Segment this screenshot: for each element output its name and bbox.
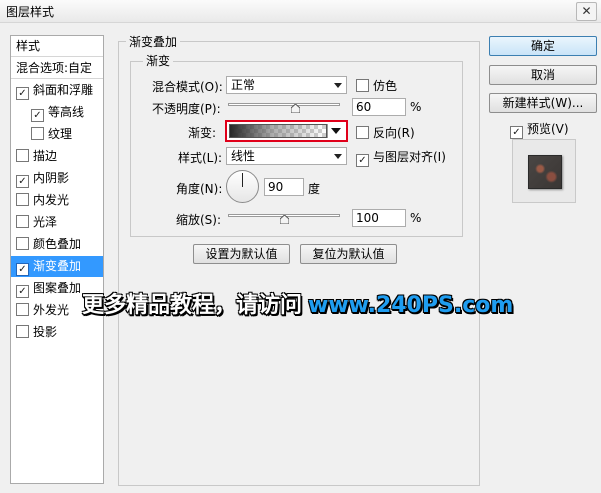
reverse-checkbox[interactable]: 反向(R): [356, 124, 415, 141]
angle-unit: 度: [308, 182, 321, 196]
gradient-label: 渐变:: [188, 126, 217, 140]
angle-input[interactable]: 90: [264, 178, 304, 196]
scale-percent: %: [410, 211, 422, 225]
opacity-label: 不透明度(P):: [152, 102, 221, 116]
title-bar: 图层样式 ✕: [0, 0, 601, 23]
preview-checkbox[interactable]: ✓ 预览(V): [510, 120, 569, 139]
angle-dial-hand: [242, 173, 243, 187]
style-preview: [512, 139, 576, 203]
dither-checkbox-box[interactable]: [356, 79, 369, 92]
scale-slider-thumb[interactable]: [279, 215, 289, 224]
reverse-checkbox-box[interactable]: [356, 126, 369, 139]
angle-dial[interactable]: [226, 170, 259, 203]
style-list-item[interactable]: ✓ 斜面和浮雕: [11, 80, 103, 101]
style-label: 样式(L):: [178, 151, 223, 165]
style-list-item[interactable]: 颜色叠加: [11, 234, 103, 255]
style-list-item-checkbox[interactable]: [16, 149, 29, 162]
style-list-item-checkbox[interactable]: ✓: [31, 109, 44, 122]
scale-input[interactable]: 100: [352, 209, 406, 227]
gradient-overlay-title: 渐变叠加: [126, 33, 181, 50]
style-list-item[interactable]: ✓ 等高线: [11, 102, 103, 123]
opacity-input[interactable]: 60: [352, 98, 406, 116]
preview-checkbox-box[interactable]: ✓: [510, 126, 523, 139]
style-preview-swatch: [528, 155, 562, 189]
style-list-item-label: 内发光: [33, 193, 70, 207]
style-list-item-label: 外发光: [33, 303, 70, 317]
angle-value: 90: [268, 180, 284, 194]
style-list-item-label: 等高线: [48, 105, 85, 119]
watermark-text: 更多精品教程，请访问: [82, 293, 303, 318]
gradient-picker[interactable]: [225, 120, 348, 142]
style-list-item[interactable]: ✓ 内阴影: [11, 168, 103, 189]
preview-label: 预览(V): [527, 122, 569, 136]
align-checkbox[interactable]: ✓ 与图层对齐(I): [356, 148, 446, 167]
style-list-item[interactable]: 光泽: [11, 212, 103, 233]
style-list-item[interactable]: 纹理: [11, 124, 103, 145]
style-list-item-checkbox[interactable]: [16, 215, 29, 228]
style-list-item-label: 图案叠加: [33, 281, 82, 295]
style-list-item-checkbox[interactable]: ✓: [16, 87, 29, 100]
style-list-item[interactable]: 内发光: [11, 190, 103, 211]
scale-value: 100: [356, 211, 379, 225]
watermark: 更多精品教程，请访问 www.240PS.com: [82, 287, 513, 319]
watermark-url: www.240PS.com: [308, 293, 514, 318]
style-list-item-checkbox[interactable]: [31, 127, 44, 140]
new-style-button[interactable]: 新建样式(W)...: [489, 93, 597, 113]
blend-mode-label: 混合模式(O):: [152, 80, 223, 94]
chevron-down-icon: [334, 154, 342, 159]
style-list: 样式 混合选项:自定 ✓ 斜面和浮雕 ✓ 等高线纹理描边 ✓ 内阴影内发光光泽颜色叠加 ✓ 渐…: [10, 35, 104, 484]
style-list-item-checkbox[interactable]: [16, 303, 29, 316]
opacity-slider-thumb[interactable]: [290, 104, 300, 113]
style-list-item-label: 颜色叠加: [33, 237, 82, 251]
ok-button[interactable]: 确定: [489, 36, 597, 56]
style-list-item-label: 斜面和浮雕: [33, 83, 94, 97]
reverse-label: 反向(R): [373, 126, 415, 140]
reset-default-button[interactable]: 复位为默认值: [300, 244, 397, 264]
chevron-down-icon: [334, 83, 342, 88]
style-list-item[interactable]: ✓ 渐变叠加: [11, 256, 103, 277]
style-list-item-label: 描边: [33, 149, 58, 163]
close-button[interactable]: ✕: [576, 2, 597, 21]
gradient-subgroup-title: 渐变: [143, 52, 174, 69]
style-list-item-label: 渐变叠加: [33, 259, 82, 273]
style-list-item-checkbox[interactable]: [16, 193, 29, 206]
gradient-dropdown-button[interactable]: [327, 124, 344, 138]
cancel-button[interactable]: 取消: [489, 65, 597, 85]
style-list-header[interactable]: 样式: [11, 36, 103, 57]
opacity-percent: %: [410, 100, 422, 114]
dither-label: 仿色: [373, 79, 398, 93]
style-list-item-checkbox[interactable]: [16, 325, 29, 338]
scale-label: 缩放(S):: [176, 213, 222, 227]
style-list-item-label: 内阴影: [33, 171, 70, 185]
style-list-item-checkbox[interactable]: ✓: [16, 285, 29, 298]
gradient-style-select[interactable]: 线性: [226, 147, 347, 165]
style-list-item-checkbox[interactable]: [16, 237, 29, 250]
style-list-item[interactable]: 投影: [11, 322, 103, 343]
style-list-item-label: 纹理: [48, 127, 73, 141]
blend-options-item[interactable]: 混合选项:自定: [11, 58, 103, 79]
align-checkbox-box[interactable]: ✓: [356, 154, 369, 167]
style-list-item-checkbox[interactable]: ✓: [16, 263, 29, 276]
opacity-value: 60: [356, 100, 372, 114]
dither-checkbox[interactable]: 仿色: [356, 77, 397, 94]
window-title: 图层样式: [6, 5, 55, 19]
style-list-item-label: 光泽: [33, 215, 58, 229]
opacity-slider-track[interactable]: [228, 103, 340, 106]
blend-mode-value: 正常: [231, 78, 256, 92]
style-list-item-checkbox[interactable]: ✓: [16, 175, 29, 188]
gradient-style-value: 线性: [231, 149, 256, 163]
align-label: 与图层对齐(I): [373, 150, 446, 164]
gradient-preview[interactable]: [229, 124, 327, 138]
close-icon: ✕: [581, 4, 592, 18]
style-list-item[interactable]: 描边: [11, 146, 103, 167]
set-default-button[interactable]: 设置为默认值: [193, 244, 290, 264]
angle-label: 角度(N):: [176, 182, 223, 196]
blend-mode-select[interactable]: 正常: [226, 76, 347, 94]
style-list-item-label: 投影: [33, 325, 58, 339]
